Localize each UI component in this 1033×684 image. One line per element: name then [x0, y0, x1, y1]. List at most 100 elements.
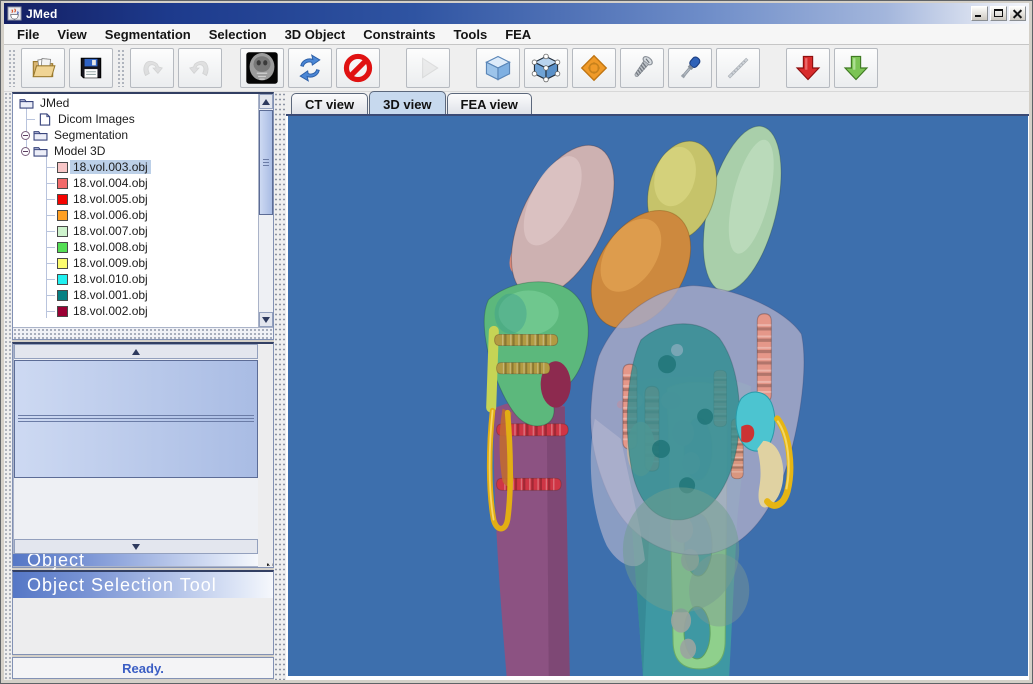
menu-file[interactable]: File: [8, 25, 48, 44]
screwdriver-button[interactable]: [668, 48, 712, 88]
selection-tool-panel: Object Selection Tool: [12, 570, 274, 655]
ct-image-icon: [245, 51, 279, 85]
toolbar-grip[interactable]: [117, 49, 126, 87]
menu-tools[interactable]: Tools: [444, 25, 496, 44]
run-button[interactable]: [406, 48, 450, 88]
menu-3d-object[interactable]: 3D Object: [276, 25, 355, 44]
ffd-button[interactable]: [572, 48, 616, 88]
cube-icon: [483, 53, 513, 83]
run-icon: [414, 54, 442, 82]
menu-selection[interactable]: Selection: [200, 25, 276, 44]
color-chip: [57, 306, 68, 317]
save-icon: [77, 54, 105, 82]
k-wire-icon: [723, 53, 753, 83]
close-button[interactable]: [1009, 6, 1026, 21]
tree-node-model-3d[interactable]: Model 3D: [13, 143, 258, 159]
import-button[interactable]: [786, 48, 830, 88]
name-label: Name: [266, 561, 273, 566]
scroll-down-button[interactable]: [14, 539, 258, 554]
view-tabs: CT view 3D view FEA view: [286, 92, 1029, 116]
redo-icon: [186, 54, 214, 82]
maximize-icon: [994, 9, 1003, 17]
scroll-thumb[interactable]: [14, 360, 258, 478]
window-title: JMed: [26, 7, 57, 21]
left-edge-grip: [4, 92, 12, 680]
expand-handle-icon[interactable]: [21, 147, 30, 156]
tree-item-obj[interactable]: 18.vol.002.obj: [13, 303, 258, 319]
menu-view[interactable]: View: [48, 25, 95, 44]
tab-3d-view[interactable]: 3D view: [369, 91, 445, 114]
menu-fea[interactable]: FEA: [496, 25, 540, 44]
open-icon: [29, 54, 57, 82]
folder-icon: [19, 97, 34, 109]
folder-icon: [33, 129, 48, 141]
cancel-button[interactable]: [336, 48, 380, 88]
scroll-thumb[interactable]: [259, 110, 273, 215]
project-tree-panel: JMed Dicom Images Segmen: [12, 92, 274, 340]
open-button[interactable]: [21, 48, 65, 88]
import-red-arrow-icon: [793, 53, 823, 83]
tree-item-obj[interactable]: 18.vol.009.obj: [13, 255, 258, 271]
main-area: JMed Dicom Images Segmen: [4, 92, 1029, 680]
redo-button[interactable]: [178, 48, 222, 88]
tree-node-dicom-images[interactable]: Dicom Images: [13, 111, 258, 127]
color-chip: [57, 290, 68, 301]
cancel-icon: [343, 53, 373, 83]
folder-icon: [33, 145, 48, 157]
tree-item-obj[interactable]: 18.vol.001.obj: [13, 287, 258, 303]
refresh-button[interactable]: [288, 48, 332, 88]
scroll-down-button[interactable]: [259, 312, 273, 327]
menu-segmentation[interactable]: Segmentation: [96, 25, 200, 44]
title-bar[interactable]: JMed: [4, 3, 1029, 24]
object-panel-title: Object: [13, 554, 258, 566]
ffd-diamond-icon: [579, 53, 609, 83]
cube-view-button[interactable]: [476, 48, 520, 88]
export-button[interactable]: [834, 48, 878, 88]
tree-item-obj[interactable]: 18.vol.006.obj: [13, 207, 258, 223]
tree-horizontal-scrollbar[interactable]: [13, 327, 273, 339]
undo-icon: [138, 54, 166, 82]
scroll-up-button[interactable]: [259, 94, 273, 109]
scroll-up-button[interactable]: [14, 344, 258, 359]
object-vertical-scrollbar[interactable]: [13, 344, 258, 554]
expand-handle-icon[interactable]: [21, 131, 30, 140]
tree-item-obj[interactable]: 18.vol.003.obj: [13, 159, 258, 175]
screw-button[interactable]: [620, 48, 664, 88]
screw-icon: [627, 53, 657, 83]
tree-item-obj[interactable]: 18.vol.007.obj: [13, 223, 258, 239]
save-button[interactable]: [69, 48, 113, 88]
color-chip: [57, 194, 68, 205]
tree-vertical-scrollbar[interactable]: [258, 94, 273, 327]
minimize-button[interactable]: [971, 6, 988, 21]
left-column: JMed Dicom Images Segmen: [12, 92, 274, 680]
refresh-icon: [295, 53, 325, 83]
color-chip: [57, 162, 68, 173]
tab-fea-view[interactable]: FEA view: [447, 93, 532, 114]
undo-button[interactable]: [130, 48, 174, 88]
split-pane-divider[interactable]: [274, 92, 286, 680]
selection-tool-body: [13, 598, 273, 654]
view-tabs-pane: CT view 3D view FEA view: [286, 92, 1029, 680]
tree-item-obj[interactable]: 18.vol.010.obj: [13, 271, 258, 287]
viewport-3d[interactable]: [288, 116, 1028, 676]
tree-node-segmentation[interactable]: Segmentation: [13, 127, 258, 143]
toolbar: [4, 45, 1029, 92]
k-wire-button[interactable]: [716, 48, 760, 88]
tree-item-obj[interactable]: 18.vol.008.obj: [13, 239, 258, 255]
status-text: Ready.: [122, 661, 164, 676]
menu-constraints[interactable]: Constraints: [354, 25, 444, 44]
object-horizontal-scrollbar[interactable]: [13, 566, 258, 567]
toolbar-grip[interactable]: [8, 49, 17, 87]
maximize-button[interactable]: [990, 6, 1007, 21]
color-chip: [57, 274, 68, 285]
menu-bar: File View Segmentation Selection 3D Obje…: [4, 24, 1029, 45]
tree-item-obj[interactable]: 18.vol.005.obj: [13, 191, 258, 207]
tree-node-root[interactable]: JMed: [13, 95, 258, 111]
tab-ct-view[interactable]: CT view: [291, 93, 368, 114]
object-panel: Object Name 18.vol.003.obj Color color: [12, 342, 274, 568]
cube-edit-button[interactable]: [524, 48, 568, 88]
ct-image-button[interactable]: [240, 48, 284, 88]
project-tree: JMed Dicom Images Segmen: [13, 94, 258, 327]
tree-item-obj[interactable]: 18.vol.004.obj: [13, 175, 258, 191]
app-window: JMed File View Segmentation Selection 3D…: [0, 0, 1033, 684]
